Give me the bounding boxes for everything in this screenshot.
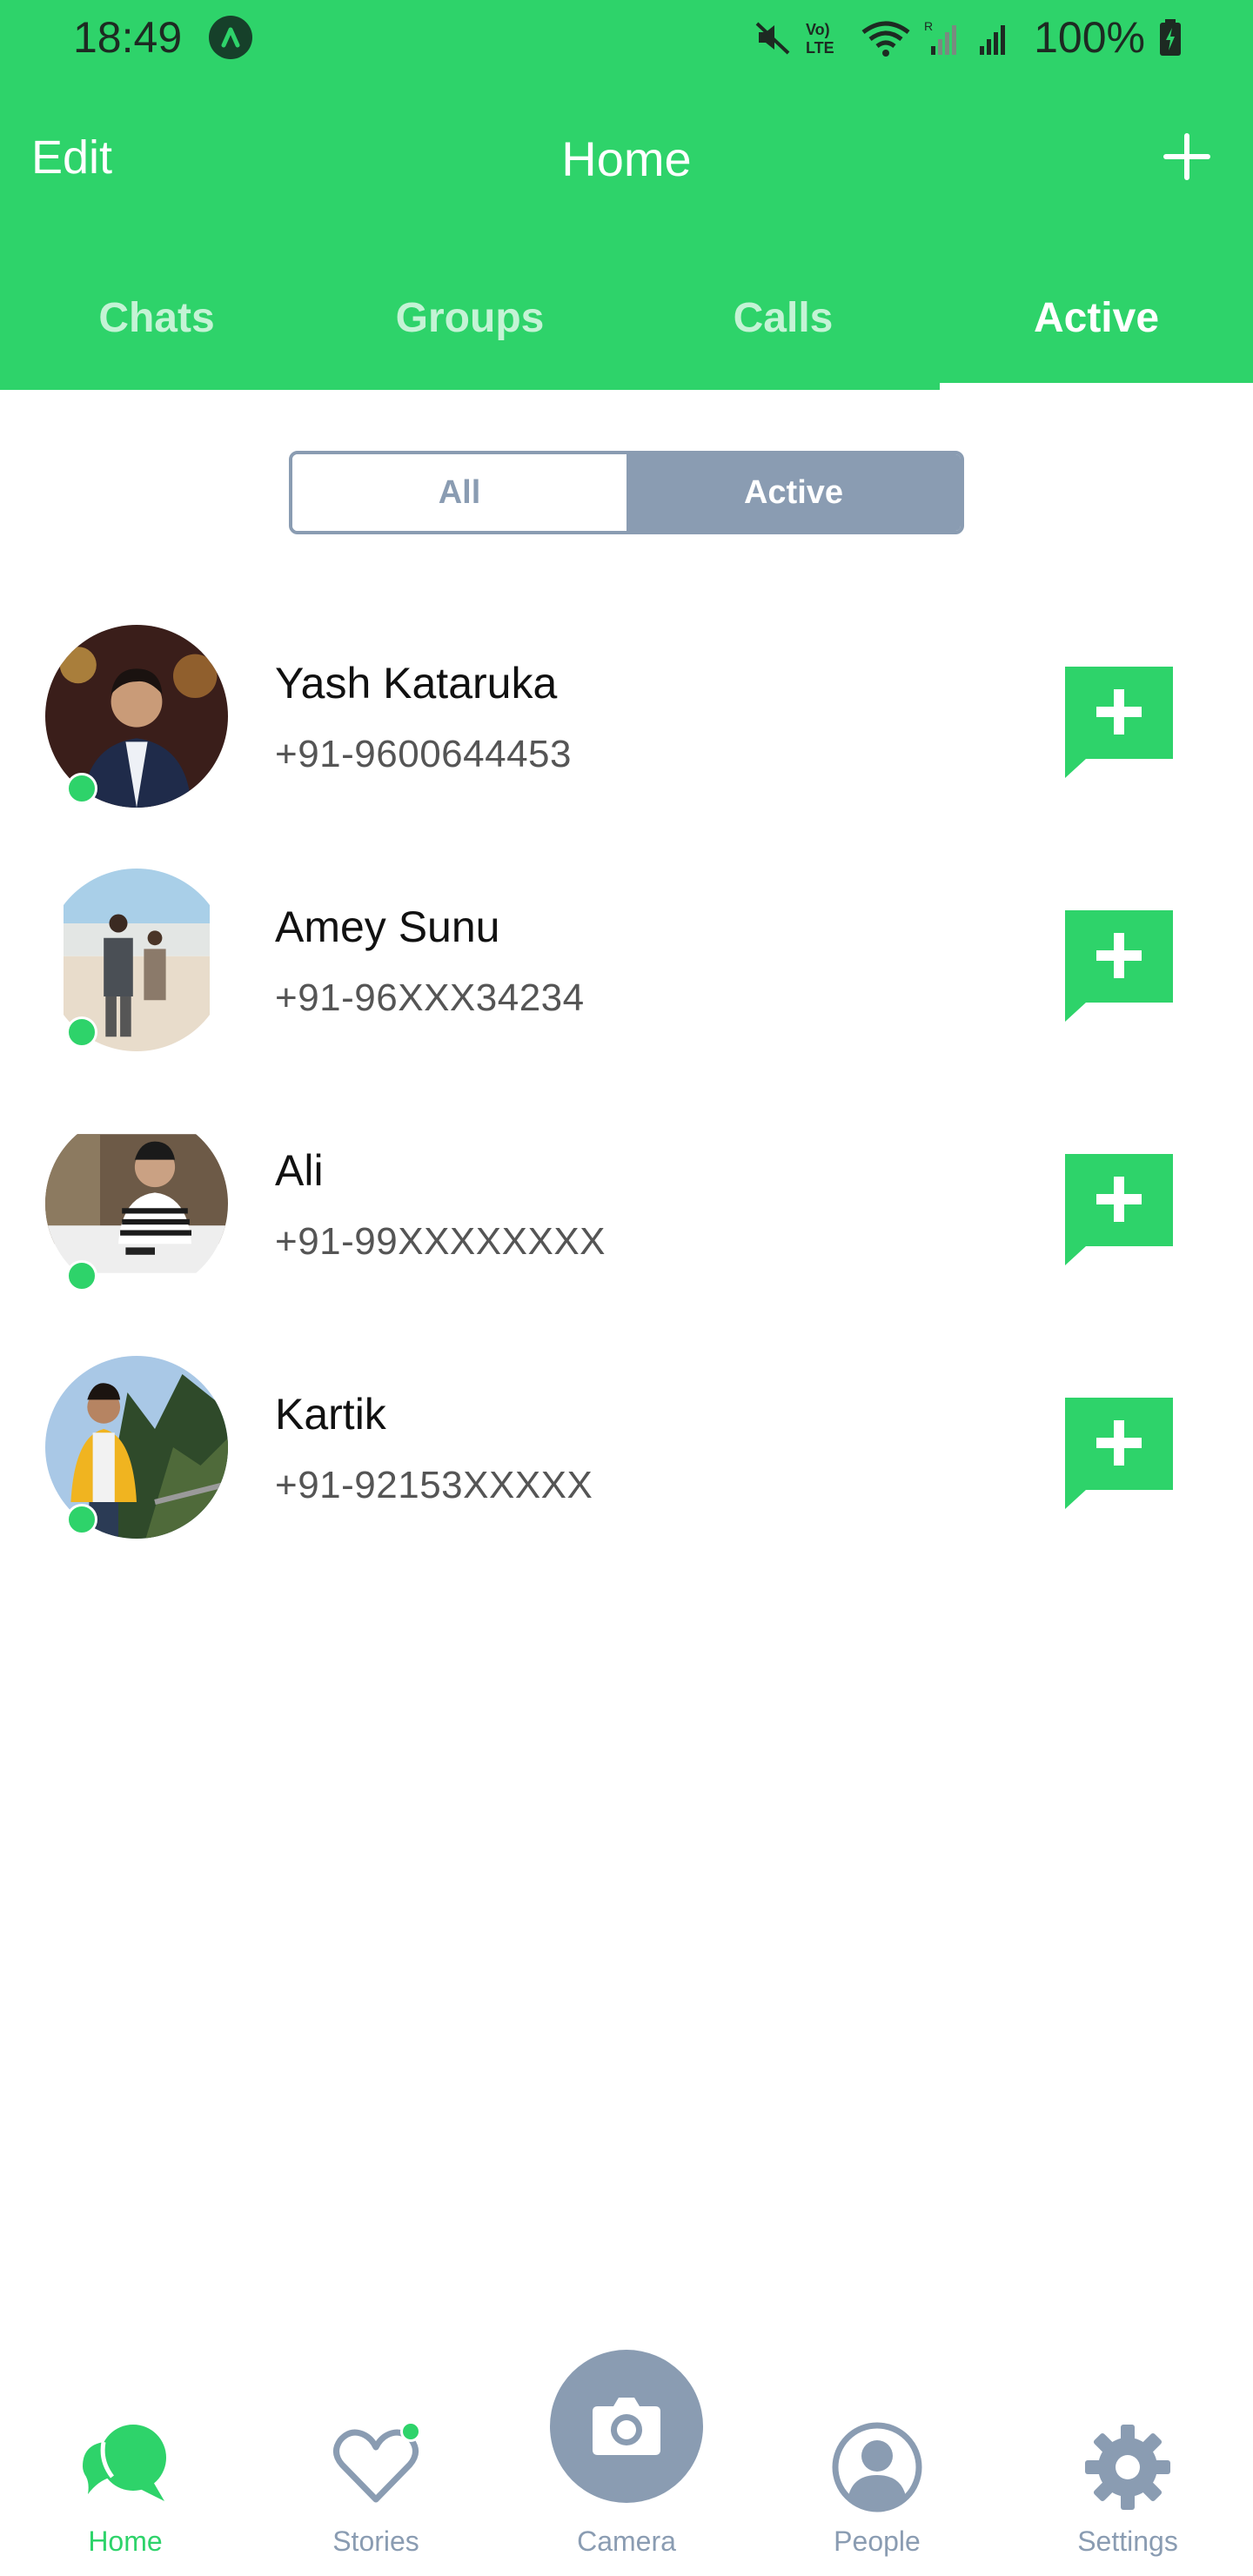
contact-name: Yash Kataruka (275, 659, 558, 708)
wifi-icon (860, 18, 912, 57)
tab-chats[interactable]: Chats (0, 278, 313, 390)
list-item[interactable]: Amey Sunu +91-96XXX34234 (0, 853, 1253, 1097)
edit-button[interactable]: Edit (31, 131, 112, 184)
app-notification-icon (209, 16, 252, 59)
tab-active[interactable]: Active (940, 278, 1253, 390)
new-story-badge (400, 2421, 421, 2442)
contact-phone: +91-9600644453 (275, 733, 572, 775)
battery-charging-icon (1157, 17, 1183, 57)
camera-icon (550, 2350, 703, 2503)
new-chat-icon[interactable] (1060, 1149, 1178, 1267)
tab-groups[interactable]: Groups (313, 278, 626, 390)
top-tabs: Chats Groups Calls Active (0, 278, 1253, 390)
svg-text:R: R (924, 19, 933, 33)
segment-active[interactable]: Active (626, 454, 961, 531)
plus-icon[interactable] (1161, 131, 1213, 183)
new-chat-icon[interactable] (1060, 661, 1178, 780)
page-title: Home (561, 131, 692, 186)
mute-icon (754, 18, 792, 57)
signal-icon (975, 18, 1013, 57)
bottom-tab-label: Camera (577, 2526, 676, 2557)
signal-icon: R (924, 18, 962, 57)
new-chat-icon[interactable] (1060, 905, 1178, 1023)
contact-name: Ali (275, 1146, 324, 1195)
bottom-tab-label: Home (88, 2526, 163, 2557)
person-icon (829, 2419, 925, 2515)
contact-name: Kartik (275, 1390, 386, 1439)
gear-icon (1080, 2419, 1176, 2515)
status-bar: 18:49 Vo) LTE R 100% (0, 0, 1253, 78)
bottom-tab-people[interactable]: People (752, 2332, 1002, 2576)
bottom-tab-bar: Home Stories Camera People Settings (0, 2332, 1253, 2576)
status-time: 18:49 (73, 13, 183, 62)
contact-name: Amey Sunu (275, 902, 500, 951)
list-item[interactable]: Ali +91-99XXXXXXXX (0, 1097, 1253, 1340)
app-header: 18:49 Vo) LTE R 100% Edit Home Chats Gro… (0, 0, 1253, 390)
bottom-tab-settings[interactable]: Settings (1002, 2332, 1253, 2576)
new-chat-icon[interactable] (1060, 1392, 1178, 1511)
chat-bubbles-icon (77, 2419, 173, 2515)
segment-all[interactable]: All (292, 454, 626, 531)
svg-text:LTE: LTE (806, 39, 834, 57)
contact-phone: +91-99XXXXXXXX (275, 1220, 606, 1263)
bottom-tab-camera[interactable]: Camera (501, 2332, 752, 2576)
svg-text:Vo): Vo) (806, 21, 830, 38)
tab-calls[interactable]: Calls (626, 278, 940, 390)
bottom-tab-label: Stories (332, 2526, 419, 2557)
online-status-dot (66, 1260, 97, 1291)
online-status-dot (66, 1504, 97, 1535)
online-status-dot (66, 773, 97, 804)
bottom-tab-label: Settings (1077, 2526, 1178, 2557)
bottom-tab-label: People (834, 2526, 921, 2557)
contact-phone: +91-92153XXXXX (275, 1464, 593, 1506)
list-item[interactable]: Kartik +91-92153XXXXX (0, 1340, 1253, 1584)
online-status-dot (66, 1016, 97, 1048)
volte-icon: Vo) LTE (804, 18, 848, 57)
bottom-tab-home[interactable]: Home (0, 2332, 251, 2576)
contact-phone: +91-96XXX34234 (275, 976, 585, 1019)
filter-segmented-control: All Active (289, 451, 964, 534)
status-icons: Vo) LTE R 100% (754, 12, 1183, 63)
list-item[interactable]: Yash Kataruka +91-9600644453 (0, 609, 1253, 853)
bottom-tab-stories[interactable]: Stories (251, 2332, 501, 2576)
battery-percent: 100% (1034, 13, 1145, 62)
active-contacts-list: Yash Kataruka +91-9600644453 Amey Sunu +… (0, 609, 1253, 1584)
